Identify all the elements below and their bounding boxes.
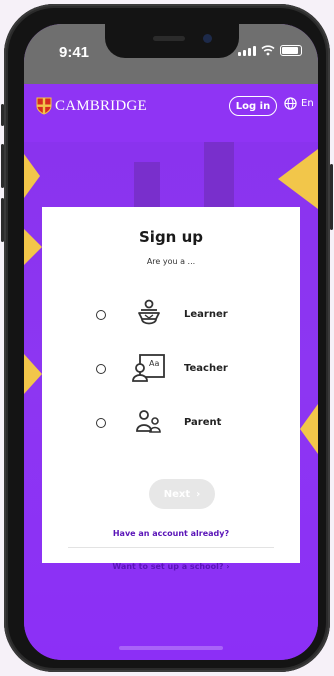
chevron-right-icon: ›	[226, 562, 230, 571]
next-button[interactable]: Next ›	[149, 479, 215, 509]
yellow-triangle-left-low	[24, 354, 42, 394]
role-option-teacher[interactable]: Aa Teacher	[42, 349, 300, 389]
phone-power-button	[330, 164, 333, 230]
status-bar: 9:41	[24, 24, 318, 84]
app-header: CAMBRIDGE Log in En	[24, 84, 318, 142]
teacher-label: Teacher	[184, 363, 228, 374]
setup-school-link[interactable]: Want to set up a school? ›	[42, 562, 300, 571]
role-option-learner[interactable]: Learner	[42, 295, 300, 335]
signup-card: Sign up Are you a ... Learner Aa Teacher…	[42, 207, 300, 571]
globe-icon	[284, 97, 297, 110]
have-account-link[interactable]: Have an account already?	[42, 529, 300, 538]
cambridge-shield-icon	[36, 97, 52, 115]
phone-silent-switch	[1, 104, 4, 126]
status-time: 9:41	[59, 44, 90, 61]
login-button[interactable]: Log in	[229, 96, 277, 116]
role-option-parent[interactable]: Parent	[42, 403, 300, 443]
divider	[68, 547, 274, 548]
cambridge-logo[interactable]: CAMBRIDGE	[36, 97, 147, 115]
signal-icon	[238, 46, 256, 56]
battery-icon	[280, 45, 302, 56]
yellow-triangle-right-low	[300, 404, 318, 454]
phone-frame: 9:41 CAMBRIDGE Log in En Sign up Are you…	[1, 4, 333, 672]
parent-radio[interactable]	[96, 418, 106, 428]
notch	[105, 24, 239, 58]
phone-volume-up	[1, 144, 4, 188]
chevron-right-icon: ›	[196, 488, 201, 500]
phone-volume-down	[1, 198, 4, 242]
language-selector[interactable]: En	[284, 97, 314, 110]
home-indicator[interactable]	[119, 646, 223, 650]
yellow-diamond-right	[278, 149, 318, 209]
parent-icon	[136, 410, 161, 433]
brand-name: CAMBRIDGE	[55, 97, 147, 114]
wifi-icon	[261, 45, 275, 56]
status-icons	[238, 44, 302, 56]
parent-label: Parent	[184, 417, 222, 428]
phone-screen: 9:41 CAMBRIDGE Log in En Sign up Are you…	[24, 24, 318, 660]
learner-label: Learner	[184, 309, 228, 320]
teacher-icon: Aa	[132, 354, 165, 382]
learner-icon	[138, 299, 160, 325]
signup-subtitle: Are you a ...	[146, 257, 196, 266]
signup-title: Sign up	[139, 228, 203, 246]
background-tower	[204, 142, 234, 212]
language-label: En	[301, 98, 314, 109]
next-label: Next	[163, 488, 191, 500]
camera-icon	[203, 34, 212, 43]
learner-radio[interactable]	[96, 310, 106, 320]
svg-text:Aa: Aa	[149, 359, 159, 368]
teacher-radio[interactable]	[96, 364, 106, 374]
speaker	[153, 36, 185, 41]
setup-school-label: Want to set up a school?	[112, 562, 224, 571]
yellow-triangle-left-top	[24, 154, 40, 198]
yellow-triangle-left-mid	[24, 229, 42, 265]
